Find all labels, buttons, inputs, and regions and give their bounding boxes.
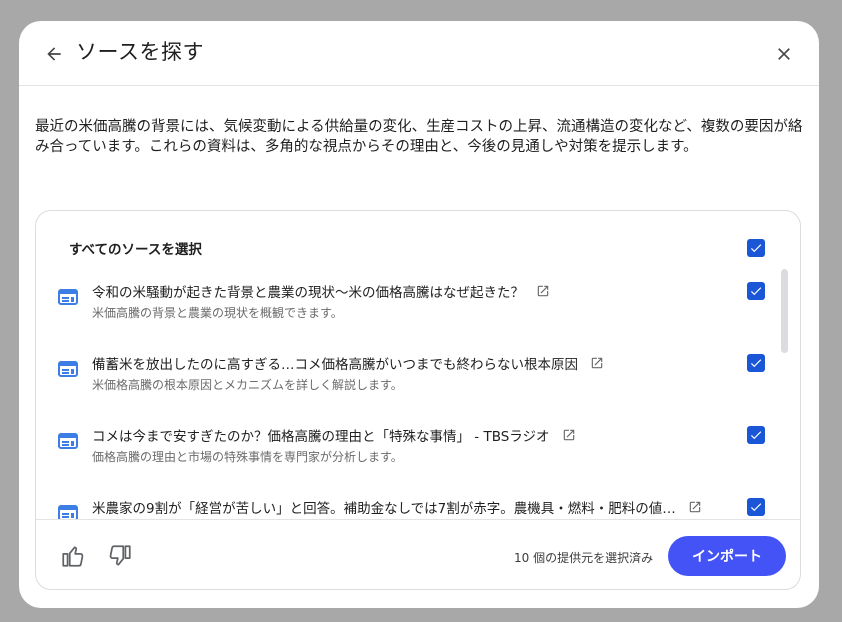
source-checkbox[interactable] bbox=[747, 282, 765, 300]
source-checkbox[interactable] bbox=[747, 426, 765, 444]
source-item: 令和の米騒動が起きた背景と農業の現状〜米の価格高騰はなぜ起きた？ 米価高騰の背景… bbox=[36, 281, 800, 341]
source-list[interactable]: すべてのソースを選択 令和の米騒動が起きた背景と農業の現状〜米の価格高騰はなぜ起… bbox=[36, 211, 800, 519]
web-page-icon bbox=[58, 505, 78, 519]
source-item: 米農家の9割が「経営が苦しい」と回答。補助金なしでは7割が赤字。農機具・燃料・肥… bbox=[36, 497, 800, 519]
web-page-icon bbox=[58, 433, 78, 449]
open-in-new-icon[interactable] bbox=[562, 428, 576, 442]
source-title: 令和の米騒動が起きた背景と農業の現状〜米の価格高騰はなぜ起きた？ bbox=[92, 285, 524, 301]
check-icon bbox=[750, 287, 762, 296]
import-button[interactable]: インポート bbox=[668, 536, 786, 576]
scrollbar-thumb[interactable] bbox=[781, 269, 788, 353]
check-icon bbox=[750, 431, 762, 440]
thumbs-up-icon bbox=[62, 546, 84, 567]
source-item: コメは今まで安すぎたのか？価格高騰の理由と「特殊な事情」 - TBSラジオ 価格… bbox=[36, 425, 800, 485]
source-title: 備蓄米を放出したのに高すぎる…コメ価格高騰がいつまでも終わらない根本原因 bbox=[92, 357, 578, 373]
source-title: コメは今まで安すぎたのか？価格高騰の理由と「特殊な事情」 - TBSラジオ bbox=[92, 429, 550, 445]
source-checkbox[interactable] bbox=[747, 498, 765, 516]
check-icon bbox=[750, 359, 762, 368]
find-sources-dialog: ソースを探す 最近の米価高騰の背景には、気候変動による供給量の変化、生産コストの… bbox=[19, 21, 819, 608]
arrow-left-icon bbox=[47, 47, 61, 61]
close-icon bbox=[778, 48, 790, 60]
thumbs-down-icon bbox=[109, 545, 131, 566]
dialog-header: ソースを探す bbox=[19, 21, 819, 86]
card-footer: 10 個の提供元を選択済み インポート bbox=[36, 519, 800, 589]
sources-summary: 最近の米価高騰の背景には、気候変動による供給量の変化、生産コストの上昇、流通構造… bbox=[35, 119, 803, 155]
thumbs-up-button[interactable] bbox=[60, 543, 86, 569]
check-icon bbox=[750, 244, 762, 253]
close-button[interactable] bbox=[769, 39, 799, 69]
selected-count: 10 個の提供元を選択済み bbox=[514, 551, 654, 565]
select-all-row: すべてのソースを選択 bbox=[36, 233, 800, 263]
check-icon bbox=[750, 503, 762, 512]
web-page-icon bbox=[58, 361, 78, 377]
source-item: 備蓄米を放出したのに高すぎる…コメ価格高騰がいつまでも終わらない根本原因 米価格… bbox=[36, 353, 800, 413]
dialog-title: ソースを探す bbox=[76, 40, 204, 64]
select-all-checkbox[interactable] bbox=[747, 239, 765, 257]
thumbs-down-button[interactable] bbox=[107, 543, 133, 569]
select-all-label: すべてのソースを選択 bbox=[69, 242, 202, 258]
source-description: 価格高騰の理由と市場の特殊事情を専門家が分析します。 bbox=[92, 450, 403, 464]
open-in-new-icon[interactable] bbox=[688, 500, 702, 514]
source-title: 米農家の9割が「経営が苦しい」と回答。補助金なしでは7割が赤字。農機具・燃料・肥… bbox=[92, 501, 676, 517]
source-description: 米価格高騰の根本原因とメカニズムを詳しく解説します。 bbox=[92, 378, 403, 392]
back-button[interactable] bbox=[39, 39, 69, 69]
open-in-new-icon[interactable] bbox=[536, 284, 550, 298]
web-page-icon bbox=[58, 289, 78, 305]
source-checkbox[interactable] bbox=[747, 354, 765, 372]
source-description: 米価高騰の背景と農業の現状を概観できます。 bbox=[92, 306, 343, 320]
open-in-new-icon[interactable] bbox=[590, 356, 604, 370]
source-list-card: すべてのソースを選択 令和の米騒動が起きた背景と農業の現状〜米の価格高騰はなぜ起… bbox=[35, 210, 801, 590]
